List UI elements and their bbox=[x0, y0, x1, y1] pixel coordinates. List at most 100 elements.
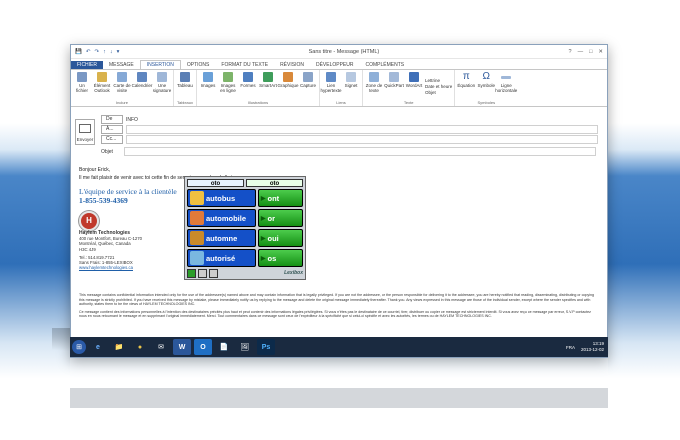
word-suggestion-button[interactable]: autobus bbox=[187, 189, 256, 207]
window-title: Sans titre - Message (HTML) bbox=[308, 48, 380, 55]
group-label-tableaux: Tableaux bbox=[176, 100, 193, 105]
redo-icon[interactable]: ↷ bbox=[94, 49, 99, 55]
prediction-input-right: oto bbox=[246, 179, 303, 187]
signature-button[interactable]: Une signature bbox=[153, 72, 171, 100]
horizontal-line-icon bbox=[501, 76, 512, 79]
drop-cap-button[interactable]: Lettrine bbox=[425, 78, 452, 83]
start-button[interactable]: ⊞ bbox=[72, 340, 86, 354]
bus-icon bbox=[190, 191, 204, 205]
file-explorer-icon[interactable]: 📁 bbox=[110, 339, 128, 355]
images-button[interactable]: Images bbox=[199, 72, 217, 100]
outlook-item-button[interactable]: Élément Outlook bbox=[93, 72, 111, 100]
cc-button[interactable]: Cc... bbox=[101, 135, 123, 144]
tab-complements[interactable]: COMPLÉMENTS bbox=[359, 61, 410, 69]
group-label-liens: Liens bbox=[336, 100, 346, 105]
team-title: L'équipe de service à la clientèle bbox=[79, 187, 177, 196]
horizontal-line-button[interactable]: Ligne horizontale bbox=[495, 72, 517, 100]
settings-button[interactable] bbox=[198, 268, 207, 278]
subject-label: Objet bbox=[101, 148, 113, 155]
internet-explorer-icon[interactable]: e bbox=[89, 339, 107, 355]
suffix-suggestion-button[interactable]: ▶ ont bbox=[257, 189, 303, 207]
object-button[interactable]: Objet bbox=[425, 90, 452, 95]
subject-row: Objet bbox=[101, 147, 596, 156]
suffix-suggestion-button[interactable]: ▶ os bbox=[257, 249, 303, 267]
message-body[interactable]: Bonjour Erick, Il me fait plaisir de ven… bbox=[71, 161, 607, 357]
online-image-icon bbox=[223, 72, 233, 82]
tab-message[interactable]: MESSAGE bbox=[103, 61, 140, 69]
group-tableaux: Tableau Tableaux bbox=[174, 70, 197, 106]
symbol-button[interactable]: Ω Symbole bbox=[477, 72, 496, 100]
save-icon[interactable]: 💾 bbox=[75, 49, 82, 55]
close-button[interactable]: ✕ bbox=[598, 49, 603, 55]
undo-icon[interactable]: ↶ bbox=[86, 49, 91, 55]
close-panel-button[interactable] bbox=[209, 268, 218, 278]
chart-icon bbox=[283, 72, 293, 82]
calendar-button[interactable]: Calendrier bbox=[132, 72, 152, 100]
text-box-button[interactable]: Zone de texte bbox=[365, 72, 383, 100]
wordart-button[interactable]: WordArt bbox=[405, 72, 423, 100]
permission-icon bbox=[190, 251, 204, 265]
maximize-button[interactable]: □ bbox=[589, 49, 592, 55]
signature-icon bbox=[157, 72, 167, 82]
arrow-icon: ▶ bbox=[260, 255, 266, 262]
subject-field[interactable] bbox=[124, 147, 596, 156]
attach-file-button[interactable]: Un fichier bbox=[73, 72, 91, 100]
quickpart-button[interactable]: QuickPart bbox=[384, 72, 404, 100]
confidentiality-english: This message contains confidential infor… bbox=[79, 293, 595, 307]
to-button[interactable]: À... bbox=[101, 125, 123, 134]
date-time-button[interactable]: Date et heure bbox=[425, 84, 452, 89]
tab-developpeur[interactable]: DÉVELOPPEUR bbox=[310, 61, 360, 69]
link-icon bbox=[326, 72, 336, 82]
shapes-button[interactable]: Formes bbox=[239, 72, 257, 100]
group-label-texte: Texte bbox=[403, 100, 414, 105]
prediction-input-row: oto oto bbox=[187, 179, 303, 187]
arrow-icon: ▶ bbox=[260, 195, 266, 202]
photoshop-icon[interactable]: Ps bbox=[257, 339, 275, 355]
company-address: Haylem Technologies 400 rue Montfort, Bu… bbox=[79, 230, 142, 270]
to-field[interactable] bbox=[126, 125, 598, 134]
table-button[interactable]: Tableau bbox=[176, 72, 194, 100]
outlook-item-icon bbox=[97, 72, 107, 82]
tab-insertion[interactable]: INSERTION bbox=[139, 60, 181, 69]
tab-fichier[interactable]: FICHIER bbox=[71, 61, 103, 69]
online-images-button[interactable]: Images en ligne bbox=[219, 72, 237, 100]
word-suggestion-button[interactable]: automobile bbox=[187, 209, 256, 227]
down-arrow-icon[interactable]: ↓ bbox=[110, 49, 113, 55]
minimize-button[interactable]: — bbox=[578, 49, 584, 55]
bookmark-button[interactable]: Signet bbox=[342, 72, 360, 100]
document-icon[interactable]: 📄 bbox=[215, 339, 233, 355]
business-card-button[interactable]: Carte de visite bbox=[113, 72, 131, 100]
hyperlink-button[interactable]: Lien hypertexte bbox=[321, 72, 342, 100]
website-link[interactable]: www.haylemtechnologies.ca bbox=[79, 265, 142, 270]
tab-format-du-texte[interactable]: FORMAT DU TEXTE bbox=[215, 61, 274, 69]
clock[interactable]: 13:19 2013-12-02 bbox=[581, 341, 604, 353]
group-label-inclure: Inclure bbox=[115, 100, 128, 105]
group-texte: Zone de texte QuickPart WordArt Lettrine… bbox=[363, 70, 456, 106]
word-suggestion-button[interactable]: autorisé bbox=[187, 249, 256, 267]
screenshot-button[interactable]: Capture bbox=[299, 72, 317, 100]
message-header: Envoyer De INFO À... Cc... Objet bbox=[71, 115, 607, 159]
outlook-icon[interactable]: O bbox=[194, 339, 212, 355]
equation-button[interactable]: π Équation bbox=[457, 72, 475, 100]
speak-button[interactable] bbox=[187, 268, 196, 278]
image-icon bbox=[203, 72, 213, 82]
arrow-icon: ▶ bbox=[260, 235, 266, 242]
chrome-icon[interactable]: ● bbox=[131, 339, 149, 355]
photo-viewer-icon[interactable]: 🖼 bbox=[236, 339, 254, 355]
word-suggestion-button[interactable]: automne bbox=[187, 229, 256, 247]
word-icon[interactable]: W bbox=[173, 339, 191, 355]
pi-icon: π bbox=[461, 71, 472, 82]
language-indicator[interactable]: FRA bbox=[566, 345, 575, 350]
cc-field[interactable] bbox=[126, 135, 598, 144]
up-arrow-icon[interactable]: ↑ bbox=[103, 49, 106, 55]
from-button[interactable]: De bbox=[101, 115, 123, 124]
tab-options[interactable]: OPTIONS bbox=[181, 61, 216, 69]
smartart-button[interactable]: SmartArt bbox=[259, 72, 277, 100]
mail-icon[interactable]: ✉ bbox=[152, 339, 170, 355]
suffix-suggestion-button[interactable]: ▶ or bbox=[257, 209, 303, 227]
suffix-suggestion-button[interactable]: ▶ oui bbox=[257, 229, 303, 247]
chart-button[interactable]: Graphique bbox=[278, 72, 299, 100]
help-button[interactable]: ? bbox=[569, 49, 572, 55]
send-button[interactable]: Envoyer bbox=[75, 119, 95, 145]
tab-revision[interactable]: RÉVISION bbox=[274, 61, 310, 69]
